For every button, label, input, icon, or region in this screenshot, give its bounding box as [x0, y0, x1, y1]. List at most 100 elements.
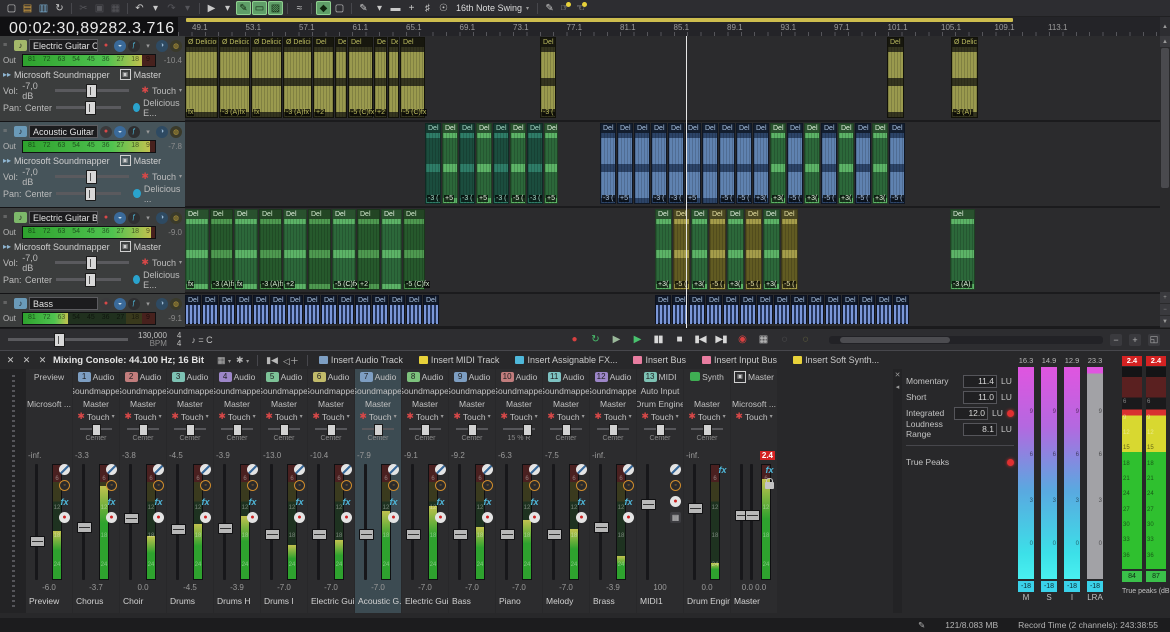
- pan-slider-handle[interactable]: [233, 424, 242, 436]
- audio-clip[interactable]: Del-3 (: [425, 123, 441, 204]
- audio-clip[interactable]: Del-3 (: [600, 123, 616, 204]
- phase-button[interactable]: ◑: [156, 212, 168, 224]
- paint-groove-tool-icon[interactable]: ☞: [558, 1, 573, 15]
- audio-clip[interactable]: Del: [791, 295, 807, 324]
- fader-handle[interactable]: [171, 524, 186, 535]
- audio-clip[interactable]: Del-3 (A): [950, 209, 975, 290]
- strip-pan-slider[interactable]: [221, 424, 253, 434]
- undo-menu-icon[interactable]: ▾: [148, 1, 163, 15]
- strip-name-label[interactable]: Chorus: [76, 596, 119, 606]
- step-sequencer-button[interactable]: ▦: [756, 334, 770, 345]
- fx-chain-icon[interactable]: fx: [717, 464, 728, 475]
- phase-invert-icon[interactable]: [106, 464, 117, 475]
- strip-automation-button[interactable]: ✱Touch▾: [261, 410, 307, 423]
- record-arm-icon[interactable]: ●: [623, 512, 634, 523]
- strip-fader[interactable]: [82, 464, 85, 580]
- mixer-strip[interactable]: 11AudioSoundmapperMaster✱Touch▾Center-7.…: [543, 369, 589, 613]
- dock-close-icon[interactable]: ✕: [37, 355, 48, 366]
- strip-output-bus-button[interactable]: Master: [590, 397, 636, 410]
- pan-slider-handle[interactable]: [703, 424, 712, 436]
- pan-slider-handle[interactable]: [562, 424, 571, 436]
- fx-menu-chevron-icon[interactable]: ▾: [142, 298, 154, 310]
- groove-select[interactable]: 16th Note Swing▾: [452, 3, 533, 13]
- audio-clip[interactable]: Del-5 (: [709, 209, 726, 290]
- strip-pan-slider[interactable]: [456, 424, 488, 434]
- track-fx-button[interactable]: ƒ: [128, 212, 140, 224]
- strip-pan-slider[interactable]: [550, 424, 582, 434]
- edit-tool-menu-icon[interactable]: ▾: [220, 1, 235, 15]
- zoom-out-vertical-button[interactable]: −: [1160, 304, 1170, 315]
- audio-clip[interactable]: Del-5 (: [736, 123, 752, 204]
- phase-invert-icon[interactable]: [294, 464, 305, 475]
- strip-name-label[interactable]: Bass: [452, 596, 495, 606]
- fader-handle[interactable]: [688, 503, 703, 514]
- audio-clip[interactable]: Del+5: [476, 123, 492, 204]
- pan-slider-handle[interactable]: [468, 424, 477, 436]
- strip-pan-slider[interactable]: [644, 424, 676, 434]
- fx-bypass-icon[interactable]: ◦: [435, 480, 446, 491]
- audio-clip[interactable]: Ø Delicious-3 (A)fx: [219, 37, 250, 118]
- fader-handle[interactable]: [77, 522, 92, 533]
- audio-clip[interactable]: Del+3(: [872, 123, 888, 204]
- fx-menu-chevron-icon[interactable]: ▾: [142, 126, 154, 138]
- strip-fader[interactable]: [552, 464, 555, 580]
- audio-clip[interactable]: Del: [338, 295, 354, 324]
- strip-output-bus-button[interactable]: Master: [214, 397, 260, 410]
- strip-automation-button[interactable]: ✱Touch▾: [120, 410, 166, 423]
- pitch-tool-icon[interactable]: ♯: [420, 1, 435, 15]
- insert-button[interactable]: Insert MIDI Track: [416, 355, 503, 365]
- fx-chain-icon[interactable]: fx: [341, 496, 352, 507]
- fader-handle[interactable]: [312, 529, 327, 540]
- fx-bypass-icon[interactable]: ◦: [294, 480, 305, 491]
- audio-clip[interactable]: Del: [308, 209, 331, 290]
- mixer-strip[interactable]: 4AudioSoundmapperMaster✱Touch▾Center-3.9…: [214, 369, 260, 613]
- track-header[interactable]: ≡♪Electric Guitar B●◒ƒ▾◑◍Out817263544536…: [0, 208, 185, 294]
- zoom-edit-tool-icon[interactable]: ▢: [332, 1, 347, 15]
- go-to-start-button[interactable]: ▮◀: [693, 334, 707, 345]
- audio-clip[interactable]: Del: [335, 37, 347, 118]
- pan-slider-handle[interactable]: [280, 424, 289, 436]
- mixer-strip[interactable]: 2AudioSoundmapperMaster✱Touch▾Center-3.8…: [120, 369, 166, 613]
- record-arm-button[interactable]: ●: [100, 126, 112, 138]
- go-to-end-button[interactable]: ▶▮: [714, 334, 728, 345]
- peak-clip-value[interactable]: 2.4: [1146, 356, 1166, 366]
- strip-automation-button[interactable]: ✱Touch▾: [590, 410, 636, 423]
- freeze-button[interactable]: ◍: [170, 298, 182, 310]
- strip-fader[interactable]: [129, 464, 132, 580]
- mixer-strip[interactable]: 10AudioSoundmapperMaster✱Touch▾15 % R-6.…: [496, 369, 542, 613]
- audio-clip[interactable]: Del-5 (: [719, 123, 735, 204]
- track-fx-button[interactable]: ƒ: [128, 298, 140, 310]
- strip-output-bus-button[interactable]: Master: [543, 397, 589, 410]
- freeze-button[interactable]: ◍: [170, 212, 182, 224]
- audio-clip[interactable]: Del-5 (: [821, 123, 837, 204]
- audio-clip[interactable]: Del-3 (: [540, 37, 556, 118]
- output-bus-button[interactable]: ▣Master: [120, 69, 162, 80]
- audio-clip[interactable]: Del: [270, 295, 286, 324]
- strip-output-bus-button[interactable]: Microsoft ...: [26, 397, 72, 410]
- mixer-strip[interactable]: 12AudioSoundmapperMaster✱Touch▾Center-in…: [590, 369, 636, 613]
- audio-clip[interactable]: Del: [893, 295, 909, 324]
- audio-clip[interactable]: Del+5: [544, 123, 558, 204]
- time-signature[interactable]: 4 4: [177, 332, 181, 348]
- strip-output-bus-button[interactable]: Master: [120, 397, 166, 410]
- strip-name-label[interactable]: Drum Engine: [687, 596, 730, 606]
- undo-icon[interactable]: ↶: [132, 1, 147, 15]
- fx-chain-icon[interactable]: fx: [59, 496, 70, 507]
- fader-handle[interactable]: [124, 513, 139, 524]
- record-arm-button[interactable]: ●: [100, 40, 112, 52]
- copy-icon[interactable]: ▣: [92, 1, 107, 15]
- pan-slider-handle[interactable]: [85, 187, 96, 201]
- loop-region-a-button[interactable]: ◌: [777, 334, 791, 345]
- pan-slider-handle[interactable]: [139, 424, 148, 436]
- audio-clip[interactable]: Del+3(: [655, 209, 672, 290]
- track-fx-chain-button[interactable]: Delicious E...: [133, 270, 182, 290]
- audio-clip[interactable]: Del-3 (A)fx: [259, 209, 282, 290]
- pause-button[interactable]: ▮▮: [651, 334, 665, 345]
- mute-button[interactable]: ◒: [114, 212, 126, 224]
- strip-automation-button[interactable]: ✱Touch▾: [402, 410, 448, 423]
- strip-name-label[interactable]: Electric Gui...: [405, 596, 448, 606]
- audio-clip[interactable]: Del-3 (: [459, 123, 475, 204]
- zoom-out-button[interactable]: −: [1110, 334, 1122, 346]
- pan-slider-handle[interactable]: [609, 424, 618, 436]
- audio-clip[interactable]: Ø Deliciousfx: [185, 37, 218, 118]
